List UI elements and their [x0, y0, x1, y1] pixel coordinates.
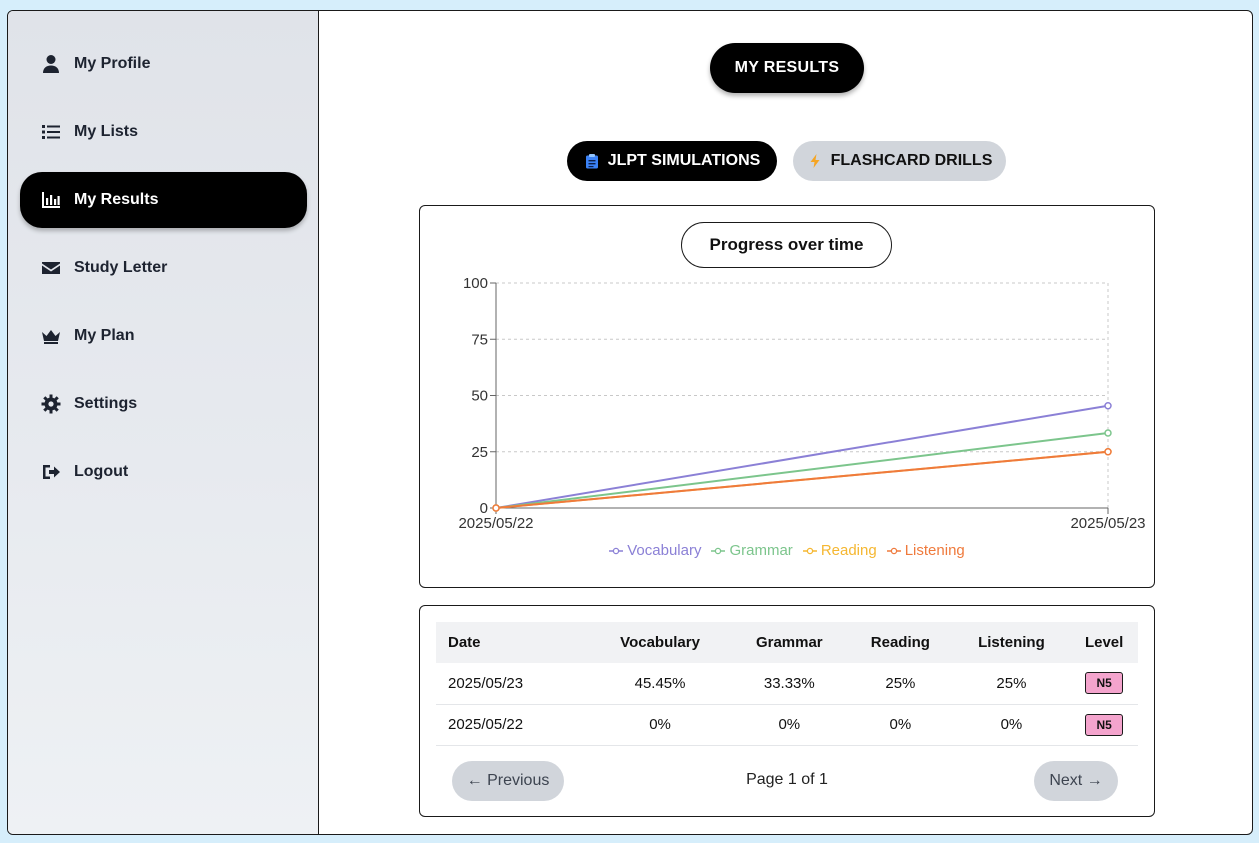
cell-date: 2025/05/22 [436, 704, 590, 746]
data-point-vocabulary [1104, 401, 1112, 410]
sidebar-item-label: Settings [74, 395, 138, 412]
y-tick-label: 50 [471, 388, 488, 405]
legend-label: Listening [904, 542, 965, 559]
list-icon [40, 121, 62, 143]
legend-marker [886, 547, 901, 554]
sidebar-item-label: Logout [74, 463, 129, 480]
cell-listening: 0% [952, 704, 1071, 746]
series-line-listening [495, 450, 1109, 509]
data-point-listening [1104, 448, 1112, 456]
cell-grammar: 33.33% [730, 663, 849, 705]
table-row: 2025/05/22 0% 0% 0% 0% N5 [436, 704, 1138, 746]
x-tick-label: 2025/05/23 [1070, 515, 1145, 532]
cell-level: N5 [1070, 704, 1138, 746]
progress-line-chart: 02550751002025/05/22 2025/05/23 [458, 275, 1145, 532]
logout-icon [40, 461, 62, 483]
progress-chart-card: Progress over time 0 25 50 75 100 2025/05/22 2… [419, 205, 1155, 588]
sidebar-item-label: My Lists [74, 123, 139, 140]
y-tick-label: 75 [471, 331, 488, 348]
user-icon [40, 53, 62, 75]
column-header-date: Date [448, 634, 481, 651]
column-header-reading: Reading [870, 634, 930, 651]
data-point-listening [492, 504, 500, 512]
legend-marker [609, 547, 624, 554]
envelope-icon [40, 257, 62, 279]
sidebar-item-label: My Plan [74, 327, 135, 344]
sidebar: My Profile My Lists My Results Study Let… [8, 11, 319, 834]
main-content: MY RESULTS JLPT SIMULATIONS FLASHCARD DR… [320, 11, 1252, 834]
cell-grammar: 0% [730, 704, 849, 746]
column-header-grammar: Grammar [755, 634, 823, 651]
legend-marker [802, 547, 817, 554]
app-window: My Profile My Lists My Results Study Let… [7, 10, 1253, 835]
legend-item-grammar: Grammar [711, 542, 793, 559]
level-badge: N5 [1085, 672, 1123, 695]
page-title: MY RESULTS [710, 43, 864, 93]
sidebar-item-label: My Results [74, 191, 159, 208]
results-table-card: Date Vocabulary Grammar Reading Listenin… [419, 605, 1155, 817]
legend-item-listening: Listening [886, 542, 965, 559]
legend-item-reading: Reading [802, 542, 877, 559]
bar-chart-icon [40, 189, 62, 211]
tab-jlpt-simulations[interactable]: JLPT SIMULATIONS [567, 141, 777, 181]
sidebar-item-settings[interactable]: Settings [20, 376, 307, 432]
bolt-icon [810, 154, 820, 168]
cell-vocabulary: 0% [589, 704, 731, 746]
legend-marker [711, 547, 726, 554]
sidebar-item-my-plan[interactable]: My Plan [20, 308, 307, 364]
x-tick-label: 2025/05/22 [458, 515, 533, 532]
crown-icon [40, 325, 62, 347]
sidebar-item-my-lists[interactable]: My Lists [20, 104, 307, 160]
cell-reading: 25% [848, 663, 953, 705]
cell-date: 2025/05/23 [436, 663, 590, 705]
clipboard-icon [585, 154, 598, 169]
gear-icon [40, 393, 62, 415]
sidebar-item-label: My Profile [74, 55, 151, 72]
cell-reading: 0% [848, 704, 953, 746]
legend-label: Vocabulary [627, 542, 702, 559]
tab-flashcard-drills[interactable]: FLASHCARD DRILLS [793, 141, 1006, 181]
sidebar-item-my-profile[interactable]: My Profile [20, 36, 307, 92]
column-header-listening: Listening [978, 634, 1045, 651]
sidebar-item-study-letter[interactable]: Study Letter [20, 240, 307, 296]
tab-label: JLPT SIMULATIONS [607, 152, 761, 169]
legend-label: Grammar [729, 542, 793, 559]
series-line-grammar [495, 432, 1109, 509]
level-badge: N5 [1085, 713, 1123, 736]
legend-item-vocabulary: Vocabulary [609, 542, 701, 559]
y-tick-label: 100 [463, 275, 488, 292]
next-page-button[interactable]: Next → [1034, 761, 1118, 801]
legend-label: Reading [820, 542, 877, 559]
tab-label: FLASHCARD DRILLS [830, 152, 993, 169]
sidebar-item-my-results[interactable]: My Results [20, 172, 307, 228]
y-tick-label: 25 [471, 444, 488, 461]
results-table: Date Vocabulary Grammar Reading Listenin… [436, 622, 1138, 746]
cell-vocabulary: 45.45% [589, 663, 731, 705]
cell-listening: 25% [952, 663, 1071, 705]
table-header-row: Date Vocabulary Grammar Reading Listenin… [436, 622, 1138, 663]
column-header-level: Level [1084, 634, 1124, 651]
chart-legend: Vocabulary Grammar Reading Listening [420, 542, 1154, 559]
data-point-grammar [1104, 429, 1112, 437]
sidebar-item-label: Study Letter [74, 259, 168, 276]
table-row: 2025/05/23 45.45% 33.33% 25% 25% N5 [436, 663, 1138, 705]
cell-level: N5 [1070, 663, 1138, 705]
sidebar-item-logout[interactable]: Logout [20, 444, 307, 500]
column-header-vocabulary: Vocabulary [620, 634, 700, 651]
series-line-vocabulary [495, 404, 1109, 509]
